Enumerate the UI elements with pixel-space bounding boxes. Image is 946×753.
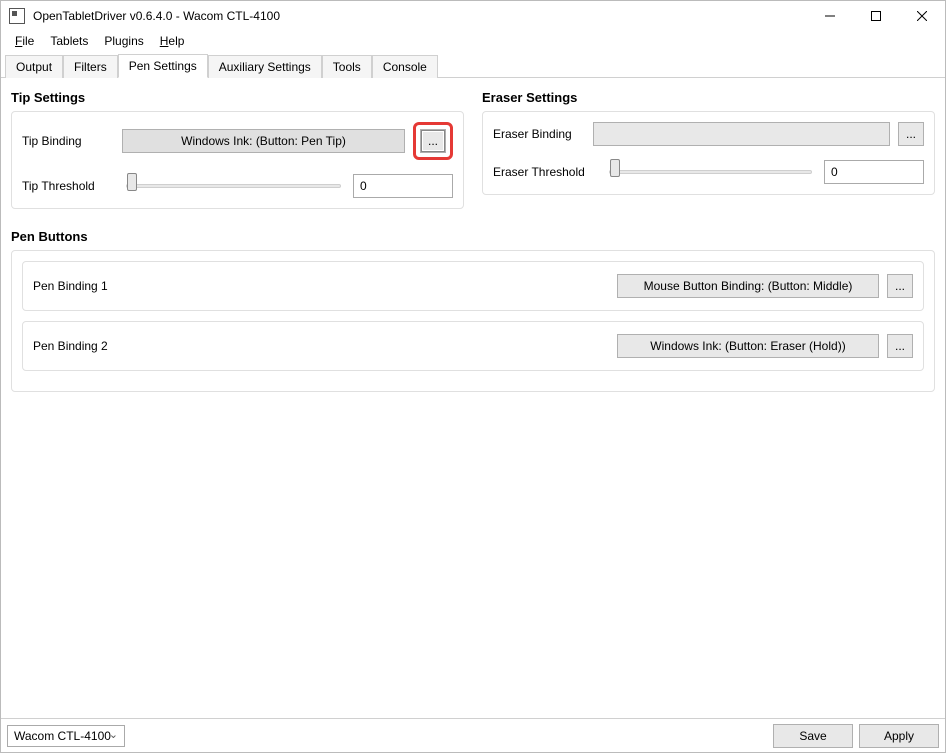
close-icon	[917, 11, 927, 21]
pen-binding-2-label: Pen Binding 2	[33, 339, 108, 353]
close-button[interactable]	[899, 1, 945, 31]
eraser-threshold-label: Eraser Threshold	[493, 165, 597, 179]
tip-threshold-slider[interactable]	[126, 184, 341, 188]
eraser-binding-display[interactable]	[593, 122, 890, 146]
tab-console[interactable]: Console	[372, 55, 438, 78]
pen-binding-2-row: Pen Binding 2 Windows Ink: (Button: Eras…	[22, 321, 924, 371]
pen-buttons-title: Pen Buttons	[11, 229, 935, 244]
pen-buttons-section: Pen Buttons Pen Binding 1 Mouse Button B…	[11, 229, 935, 392]
tip-settings-title: Tip Settings	[11, 90, 464, 105]
tip-binding-display[interactable]: Windows Ink: (Button: Pen Tip)	[122, 129, 405, 153]
eraser-settings-title: Eraser Settings	[482, 90, 935, 105]
tip-binding-ellipsis-highlight: ...	[413, 122, 453, 160]
tabstrip: Output Filters Pen Settings Auxiliary Se…	[1, 53, 945, 78]
pen-binding-1-ellipsis-button[interactable]: ...	[887, 274, 913, 298]
tip-threshold-input[interactable]	[353, 174, 453, 198]
tip-threshold-label: Tip Threshold	[22, 179, 114, 193]
minimize-icon	[825, 11, 835, 21]
maximize-button[interactable]	[853, 1, 899, 31]
eraser-threshold-slider[interactable]	[609, 170, 812, 174]
device-selector[interactable]: Wacom CTL-4100	[7, 725, 125, 747]
menu-help[interactable]: Help	[152, 33, 193, 49]
tab-tools[interactable]: Tools	[322, 55, 372, 78]
tip-binding-ellipsis-button[interactable]: ...	[420, 129, 446, 153]
pen-binding-1-label: Pen Binding 1	[33, 279, 108, 293]
pen-settings-panel: Tip Settings Tip Binding Windows Ink: (B…	[1, 78, 945, 392]
tab-auxiliary-settings[interactable]: Auxiliary Settings	[208, 55, 322, 78]
menu-plugins[interactable]: Plugins	[96, 33, 151, 49]
menu-file[interactable]: File	[7, 33, 42, 49]
maximize-icon	[871, 11, 881, 21]
bottombar: Wacom CTL-4100 Save Apply	[1, 718, 945, 752]
eraser-binding-ellipsis-button[interactable]: ...	[898, 122, 924, 146]
app-icon	[9, 8, 25, 24]
tab-pen-settings[interactable]: Pen Settings	[118, 54, 208, 78]
tab-filters[interactable]: Filters	[63, 55, 118, 78]
device-selector-value: Wacom CTL-4100	[14, 729, 111, 743]
tab-output[interactable]: Output	[5, 55, 63, 78]
eraser-threshold-input[interactable]	[824, 160, 924, 184]
tip-settings-section: Tip Settings Tip Binding Windows Ink: (B…	[11, 90, 464, 209]
eraser-binding-label: Eraser Binding	[493, 127, 585, 141]
menu-tablets[interactable]: Tablets	[42, 33, 96, 49]
menubar: File Tablets Plugins Help	[1, 31, 945, 51]
pen-binding-2-display[interactable]: Windows Ink: (Button: Eraser (Hold))	[617, 334, 879, 358]
pen-binding-1-display[interactable]: Mouse Button Binding: (Button: Middle)	[617, 274, 879, 298]
window-title: OpenTabletDriver v0.6.4.0 - Wacom CTL-41…	[33, 9, 280, 23]
pen-binding-1-row: Pen Binding 1 Mouse Button Binding: (But…	[22, 261, 924, 311]
save-button[interactable]: Save	[773, 724, 853, 748]
apply-button[interactable]: Apply	[859, 724, 939, 748]
minimize-button[interactable]	[807, 1, 853, 31]
eraser-settings-section: Eraser Settings Eraser Binding ... Erase…	[482, 90, 935, 209]
titlebar: OpenTabletDriver v0.6.4.0 - Wacom CTL-41…	[1, 1, 945, 31]
pen-binding-2-ellipsis-button[interactable]: ...	[887, 334, 913, 358]
tip-binding-label: Tip Binding	[22, 134, 114, 148]
